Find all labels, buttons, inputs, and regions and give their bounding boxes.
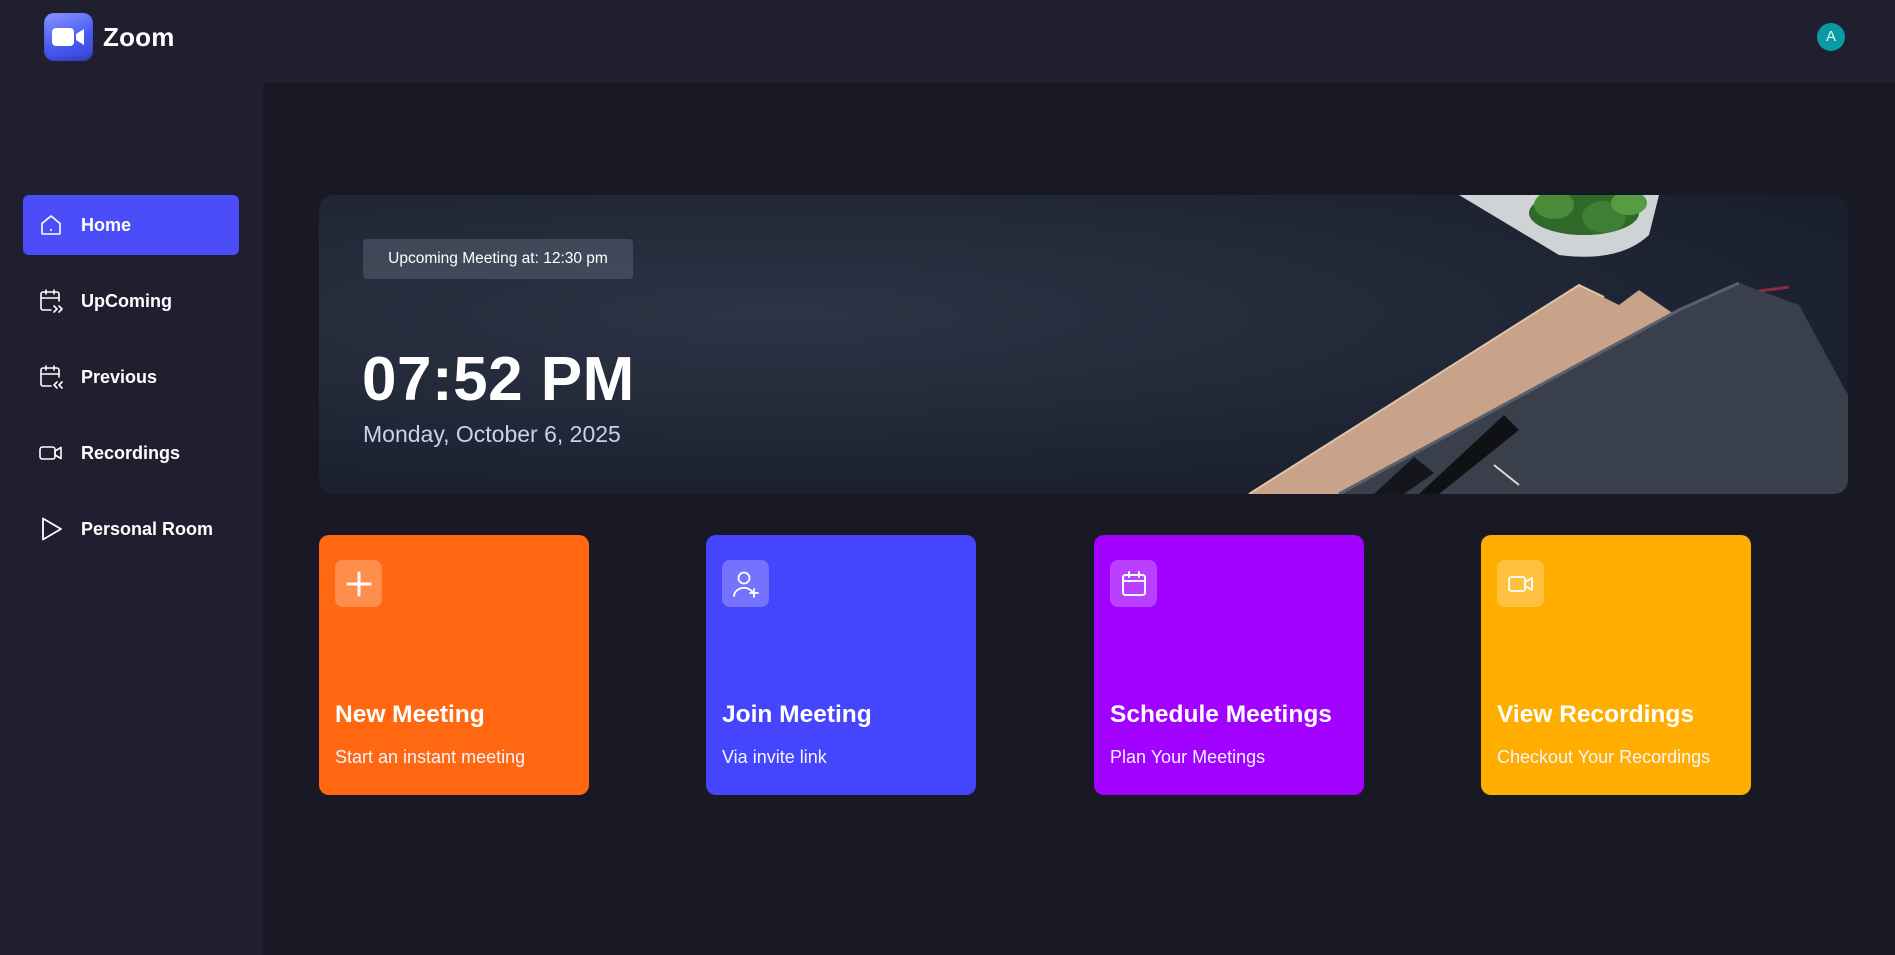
video-icon: [38, 440, 64, 466]
sidebar-item-label: Personal Room: [81, 518, 214, 539]
sidebar-item-label: Previous: [81, 366, 158, 387]
schedule-meetings-card[interactable]: Schedule Meetings Plan Your Meetings: [1094, 535, 1364, 795]
calendar-icon: [1110, 560, 1157, 607]
calendar-forward-icon: [38, 288, 64, 314]
card-subtitle: Checkout Your Recordings: [1497, 747, 1711, 767]
new-meeting-card[interactable]: New Meeting Start an instant meeting: [319, 535, 589, 795]
card-title: Schedule Meetings: [1110, 701, 1332, 728]
current-date: Monday, October 6, 2025: [363, 421, 621, 447]
top-bar: Zoom A: [0, 0, 1895, 83]
current-time: 07:52 PM: [362, 345, 635, 414]
video-icon: [1497, 560, 1544, 607]
sidebar-item-home[interactable]: Home: [23, 195, 239, 255]
upcoming-meeting-badge: Upcoming Meeting at: 12:30 pm: [363, 239, 633, 279]
brand-name: Zoom: [103, 22, 175, 52]
sidebar-item-recordings[interactable]: Recordings: [23, 423, 239, 483]
home-icon: [38, 212, 64, 238]
avatar[interactable]: A: [1817, 23, 1845, 51]
sidebar-item-personal-room[interactable]: Personal Room: [23, 499, 239, 559]
calendar-back-icon: [38, 364, 64, 390]
play-icon: [38, 516, 64, 542]
zoom-logo-icon[interactable]: [44, 13, 93, 61]
card-title: View Recordings: [1497, 701, 1694, 728]
sidebar-item-label: Home: [81, 214, 132, 235]
sidebar-item-label: UpComing: [81, 290, 172, 311]
join-meeting-card[interactable]: Join Meeting Via invite link: [706, 535, 976, 795]
sidebar-item-label: Recordings: [81, 442, 181, 463]
card-subtitle: Start an instant meeting: [335, 747, 526, 767]
card-subtitle: Plan Your Meetings: [1110, 747, 1266, 767]
plus-icon: [335, 560, 382, 607]
card-title: New Meeting: [335, 701, 485, 728]
view-recordings-card[interactable]: View Recordings Checkout Your Recordings: [1481, 535, 1751, 795]
user-plus-icon: [722, 560, 769, 607]
card-subtitle: Via invite link: [722, 747, 827, 767]
sidebar-item-previous[interactable]: Previous: [23, 347, 239, 407]
sidebar-item-upcoming[interactable]: UpComing: [23, 271, 239, 331]
card-title: Join Meeting: [722, 701, 872, 728]
